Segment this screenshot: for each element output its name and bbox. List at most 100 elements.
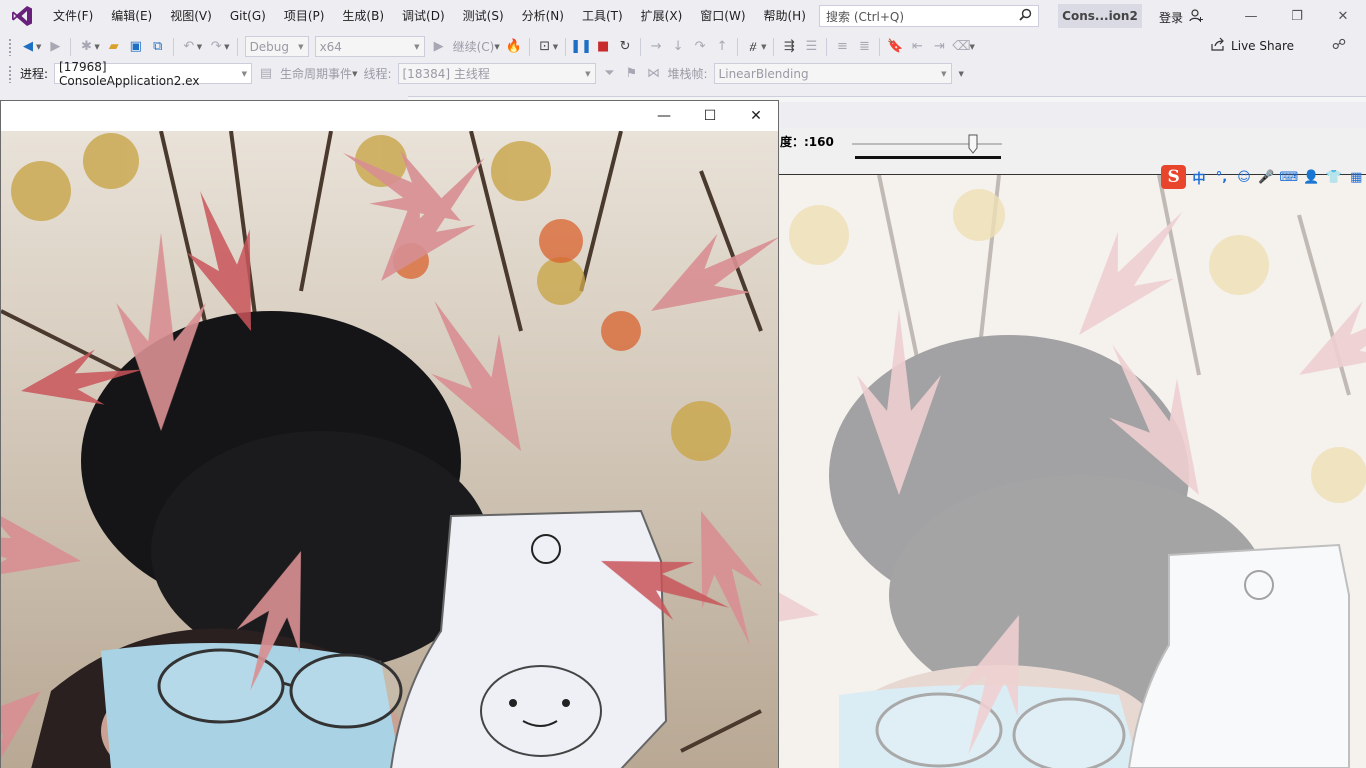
slider-thumb[interactable] xyxy=(968,134,978,154)
chevron-down-icon: ▼ xyxy=(241,69,248,78)
visual-studio-logo-icon[interactable] xyxy=(0,0,44,32)
stackframe-select[interactable]: LinearBlending ▼ xyxy=(713,63,952,84)
close-icon[interactable]: ✕ xyxy=(733,101,779,131)
image-window-blended[interactable]: 度：:160 xyxy=(779,128,1366,768)
search-input[interactable]: 搜索 (Ctrl+Q) xyxy=(819,5,1039,27)
restore-icon[interactable]: ❐ xyxy=(1274,0,1320,32)
window-title-bar[interactable]: — ☐ ✕ xyxy=(1,101,778,131)
thread-label: 线程: xyxy=(363,67,392,81)
chevron-down-icon[interactable]: ▼ xyxy=(352,70,357,78)
restart-icon[interactable]: ↻ xyxy=(614,36,636,58)
chevron-down-icon: ▼ xyxy=(298,42,304,51)
configuration-value: Debug xyxy=(249,39,290,54)
ime-keyboard-icon[interactable]: ⌨ xyxy=(1279,170,1299,185)
next-bookmark-icon[interactable]: ⇥ xyxy=(928,36,950,58)
ime-chinese-mode[interactable]: 中 xyxy=(1189,168,1208,187)
toolbar-grip[interactable] xyxy=(8,37,12,56)
prev-bookmark-icon[interactable]: ⇤ xyxy=(906,36,928,58)
process-select[interactable]: [17968] ConsoleApplication2.ex ▼ xyxy=(54,60,253,88)
slider-track[interactable] xyxy=(852,143,1002,145)
separator xyxy=(236,37,238,56)
live-share-label: Live Share xyxy=(1231,38,1294,53)
lifecycle-events-button[interactable]: 生命周期事件 xyxy=(277,65,355,82)
comment-icon[interactable]: ≡ xyxy=(831,36,853,58)
blend-overlay xyxy=(779,175,1366,768)
process-value: [17968] ConsoleApplication2.ex xyxy=(59,59,200,88)
navigate-forward-icon[interactable]: ▶ xyxy=(44,36,66,58)
chevron-down-icon: ▼ xyxy=(585,69,591,78)
menu-window[interactable]: 窗口(W) xyxy=(691,0,754,32)
thread-value: [18384] 主线程 xyxy=(402,67,490,81)
platform-value: x64 xyxy=(319,39,342,54)
standard-toolbar: ◀ ▼ ▶ ✱ ▼ ▰ ▣ ⧉ ↶ ▼ ↷ ▼ Debug ▼ x64 ▼ ▶ 继续(C) ▼… xyxy=(0,33,1366,60)
share-icon xyxy=(1211,37,1225,54)
debug-location-toolbar: 进程: [17968] ConsoleApplication2.ex ▼ ▤ 生命… xyxy=(0,60,1366,88)
menu-project[interactable]: 项目(P) xyxy=(275,0,334,32)
menu-extensions[interactable]: 扩展(X) xyxy=(632,0,692,32)
continue-icon[interactable]: ▶ xyxy=(428,36,450,58)
menu-build[interactable]: 生成(B) xyxy=(333,0,393,32)
menu-debug[interactable]: 调试(D) xyxy=(393,0,454,32)
ime-skin-icon[interactable]: 👕 xyxy=(1324,170,1343,185)
platform-select[interactable]: x64 ▼ xyxy=(314,36,425,57)
continue-button[interactable]: 继续(C) xyxy=(450,38,498,55)
lifecycle-events-icon[interactable]: ▤ xyxy=(255,63,277,85)
separator xyxy=(826,37,828,56)
signin-label: 登录 xyxy=(1159,10,1184,25)
ime-voice-icon[interactable]: 🎤 xyxy=(1257,170,1276,185)
feedback-icon[interactable]: ☍ xyxy=(1332,37,1346,53)
step-out-icon[interactable]: ↑ xyxy=(711,36,733,58)
show-threads-icon[interactable]: ⋈ xyxy=(643,63,665,85)
menu-tools[interactable]: 工具(T) xyxy=(573,0,632,32)
step-into-icon[interactable]: ↓ xyxy=(667,36,689,58)
pause-icon[interactable]: ❚❚ xyxy=(570,36,592,58)
chevron-down-icon[interactable]: ▼ xyxy=(494,43,499,51)
chevron-down-icon[interactable]: ▼ xyxy=(959,70,964,78)
live-share-button[interactable]: Live Share xyxy=(1211,37,1294,54)
chevron-down-icon[interactable]: ▼ xyxy=(969,43,974,51)
sogou-logo-icon[interactable]: S xyxy=(1161,165,1187,189)
minimize-icon[interactable]: — xyxy=(1228,0,1274,32)
chevron-down-icon[interactable]: ▼ xyxy=(197,43,202,51)
chevron-down-icon[interactable]: ▼ xyxy=(36,43,41,51)
hot-reload-icon[interactable]: 🔥 xyxy=(503,36,525,58)
thread-select[interactable]: [18384] 主线程 ▼ xyxy=(397,63,596,84)
menu-analyze[interactable]: 分析(N) xyxy=(513,0,573,32)
ime-user-icon[interactable]: 👤 xyxy=(1302,170,1321,185)
image-window-original[interactable]: — ☐ ✕ xyxy=(0,100,779,768)
open-folder-icon[interactable]: ▰ xyxy=(103,36,125,58)
menu-file[interactable]: 文件(F) xyxy=(44,0,102,32)
maximize-icon[interactable]: ☐ xyxy=(687,101,733,131)
menu-git[interactable]: Git(G) xyxy=(221,0,275,32)
chevron-down-icon[interactable]: ▼ xyxy=(94,43,99,51)
minimize-icon[interactable]: — xyxy=(641,101,687,131)
save-icon[interactable]: ▣ xyxy=(125,36,147,58)
uncomment-icon[interactable]: ≣ xyxy=(853,36,875,58)
signin-button[interactable]: 登录 xyxy=(1159,8,1204,26)
ime-toolbar: S 中 °, ☺ 🎤 ⌨ 👤 👕 ▦ xyxy=(1159,164,1366,190)
ime-punctuation-icon[interactable]: °, xyxy=(1212,170,1231,185)
menu-edit[interactable]: 编辑(E) xyxy=(102,0,161,32)
step-over-icon[interactable]: ↷ xyxy=(689,36,711,58)
chevron-down-icon[interactable]: ▼ xyxy=(761,43,766,51)
bookmark-icon[interactable]: 🔖 xyxy=(884,36,906,58)
thread-icon[interactable]: ⇶ xyxy=(778,36,800,58)
show-next-statement-icon[interactable]: → xyxy=(645,36,667,58)
chevron-down-icon[interactable]: ▼ xyxy=(224,43,229,51)
ime-toolbox-icon[interactable]: ▦ xyxy=(1347,170,1366,185)
toolbar-grip[interactable] xyxy=(8,64,12,83)
close-icon[interactable]: ✕ xyxy=(1320,0,1366,32)
separator xyxy=(565,37,567,56)
ime-emoji-icon[interactable]: ☺ xyxy=(1234,170,1253,185)
save-all-icon[interactable]: ⧉ xyxy=(147,36,169,58)
menu-view[interactable]: 视图(V) xyxy=(161,0,221,32)
configuration-select[interactable]: Debug ▼ xyxy=(244,36,309,57)
flag-threads-icon[interactable]: ⚑ xyxy=(621,63,643,85)
menu-help[interactable]: 帮助(H) xyxy=(755,0,815,32)
solution-title[interactable]: Cons...ion2 xyxy=(1058,4,1142,28)
menu-test[interactable]: 测试(S) xyxy=(454,0,513,32)
filter-icon[interactable]: ⏷ xyxy=(599,63,621,85)
chevron-down-icon[interactable]: ▼ xyxy=(553,43,558,51)
stack-icon[interactable]: ☰ xyxy=(800,36,822,58)
stop-icon[interactable]: ■ xyxy=(592,36,614,58)
